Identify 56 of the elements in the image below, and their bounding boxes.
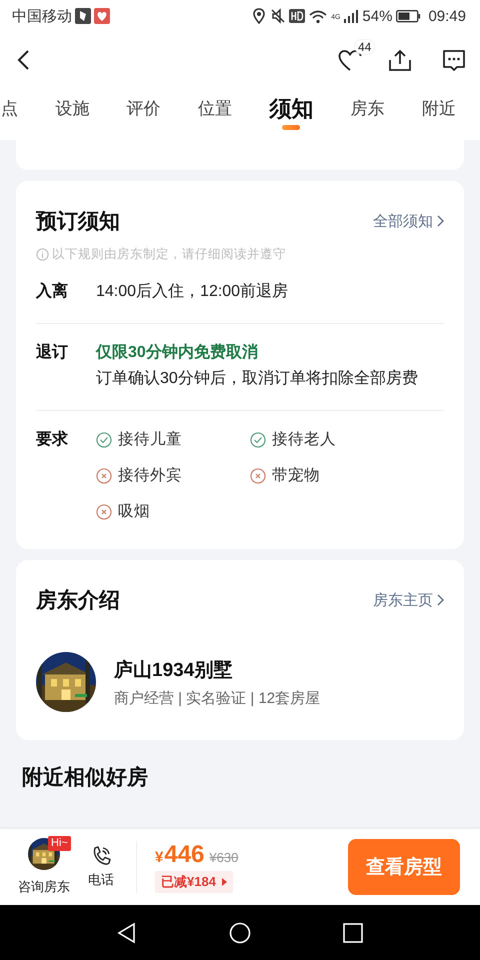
discount-text: 已减¥184 [161,873,216,891]
section-tab[interactable]: 位置 [198,98,232,120]
section-title: 房东介绍 [36,588,120,614]
location-icon [252,8,266,24]
heart-app-icon [94,8,110,24]
mute-icon [270,8,286,24]
rule-item: 吸烟 [118,502,150,522]
hd-icon [289,9,306,23]
original-price: ¥630 [209,850,238,865]
section-title: 附近相似好房 [21,764,149,791]
share-button[interactable] [388,48,412,72]
message-button[interactable] [442,49,466,71]
rule-text: 订单确认30分钟后，取消订单将扣除全部房费 [96,368,418,389]
rule-item: 接待儿童 [118,430,182,450]
rule-label: 退订 [36,342,69,363]
section-tab[interactable]: 房东 [350,98,385,120]
signal-icon [344,9,358,23]
section-tab[interactable]: 须知 [269,98,314,120]
greeting-badge: Hi~ [48,836,71,851]
back-nav-button[interactable] [116,922,138,944]
recents-nav-button[interactable] [342,922,364,944]
rule-label: 入离 [36,281,69,302]
section-tab[interactable]: 点 [1,98,18,120]
currency-symbol: ¥ [155,849,164,866]
favorite-count: 44 [355,40,374,54]
host-info: 商户经营 | 实名验证 | 12套房屋 [114,688,320,708]
rule-item: 接待老人 [272,430,336,450]
host-page-link[interactable]: 房东主页 [373,590,444,610]
info-icon [36,248,49,261]
discount-tag[interactable]: 已减¥184 [155,871,233,893]
host-name: 庐山1934别墅 [114,658,234,682]
clock-time: 09:49 [428,8,466,24]
hint-text: 以下规则由房东制定，请仔细阅读并遵守 [52,246,286,263]
wifi-icon [309,8,328,24]
section-tab[interactable]: 附近 [422,98,456,120]
section-title: 预订须知 [36,209,120,235]
consult-host-button[interactable]: Hi~ 咨询房东 [18,838,70,896]
all-notices-link[interactable]: 全部须知 [373,212,444,230]
chevron-right-icon [437,594,444,606]
caret-icon [222,878,227,886]
app-icon [75,8,91,24]
phone-button[interactable]: 电话 [88,845,114,889]
active-tab-indicator [282,125,300,130]
chevron-right-icon [437,215,444,227]
carrier-name: 中国移动 [12,6,72,26]
battery-icon [396,10,422,22]
battery-percent: 54% [362,8,392,24]
price: 446 [164,841,204,869]
section-tab[interactable]: 评价 [126,98,161,120]
home-nav-button[interactable] [228,922,251,944]
rule-text: 14:00后入住，12:00前退房 [96,282,288,302]
rule-item: 带宠物 [272,466,320,486]
free-cancel-text: 仅限30分钟内免费取消 [96,342,259,363]
rule-label: 要求 [36,430,69,450]
section-tab[interactable]: 设施 [55,98,90,120]
rule-item: 接待外宾 [118,466,182,486]
